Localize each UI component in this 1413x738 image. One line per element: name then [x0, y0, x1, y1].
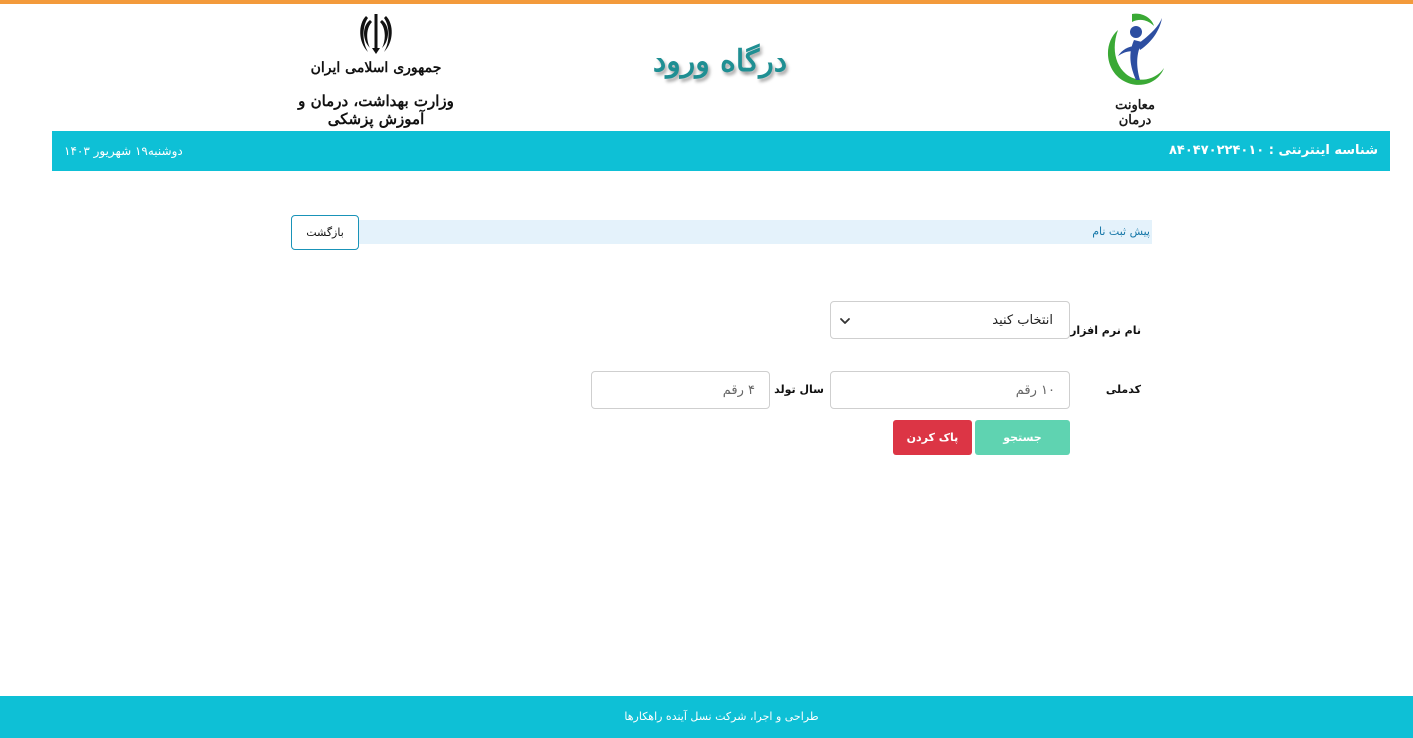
- footer-credit: طراحی و اجرا، شرکت نسل آینده راهکارها: [624, 710, 819, 723]
- clear-button[interactable]: پاک کردن: [893, 420, 972, 455]
- national-id-label: کدملی: [1105, 383, 1141, 396]
- birth-year-input[interactable]: [591, 371, 770, 409]
- treatment-deputy-logo: معاونت درمان: [1098, 10, 1172, 128]
- ministry-line-name: وزارت بهداشت، درمان و آموزش پزشکی: [298, 92, 454, 128]
- footer: طراحی و اجرا، شرکت نسل آینده راهکارها: [0, 696, 1413, 738]
- ministry-line-country: جمهوری اسلامی ایران: [310, 60, 442, 76]
- portal-title: درگاه ورود: [652, 44, 788, 79]
- national-id-input[interactable]: [830, 371, 1070, 409]
- internet-identifier: شناسه اینترنتی : ۸۴۰۴۷۰۲۲۴۰۱۰: [1168, 143, 1378, 158]
- iran-emblem-icon: [360, 14, 392, 54]
- section-title: پیش ثبت نام: [1092, 225, 1150, 238]
- software-label: نام نرم افزار: [1070, 324, 1141, 337]
- chevron-down-icon: [840, 318, 850, 324]
- current-date: دوشنبه۱۹ شهریور ۱۴۰۳: [64, 144, 183, 158]
- section-header: پیش ثبت نام: [358, 220, 1152, 244]
- page: معاونت درمان درگاه ورود جمهوری اسلامی ای…: [0, 0, 1413, 738]
- search-button[interactable]: جستجو: [975, 420, 1070, 455]
- info-bar: شناسه اینترنتی : ۸۴۰۴۷۰۲۲۴۰۱۰ دوشنبه۱۹ ش…: [52, 131, 1390, 171]
- treatment-deputy-caption: معاونت درمان: [1115, 98, 1155, 128]
- treatment-deputy-logo-icon: [1107, 13, 1164, 85]
- birth-year-label: سال تولد: [774, 383, 824, 396]
- back-button[interactable]: بازگشت: [291, 215, 359, 250]
- ministry-logo: جمهوری اسلامی ایران وزارت بهداشت، درمان …: [276, 8, 476, 128]
- software-select[interactable]: انتخاب کنید: [830, 301, 1070, 339]
- software-select-value: انتخاب کنید: [992, 313, 1053, 328]
- top-accent-stripe: [0, 0, 1413, 4]
